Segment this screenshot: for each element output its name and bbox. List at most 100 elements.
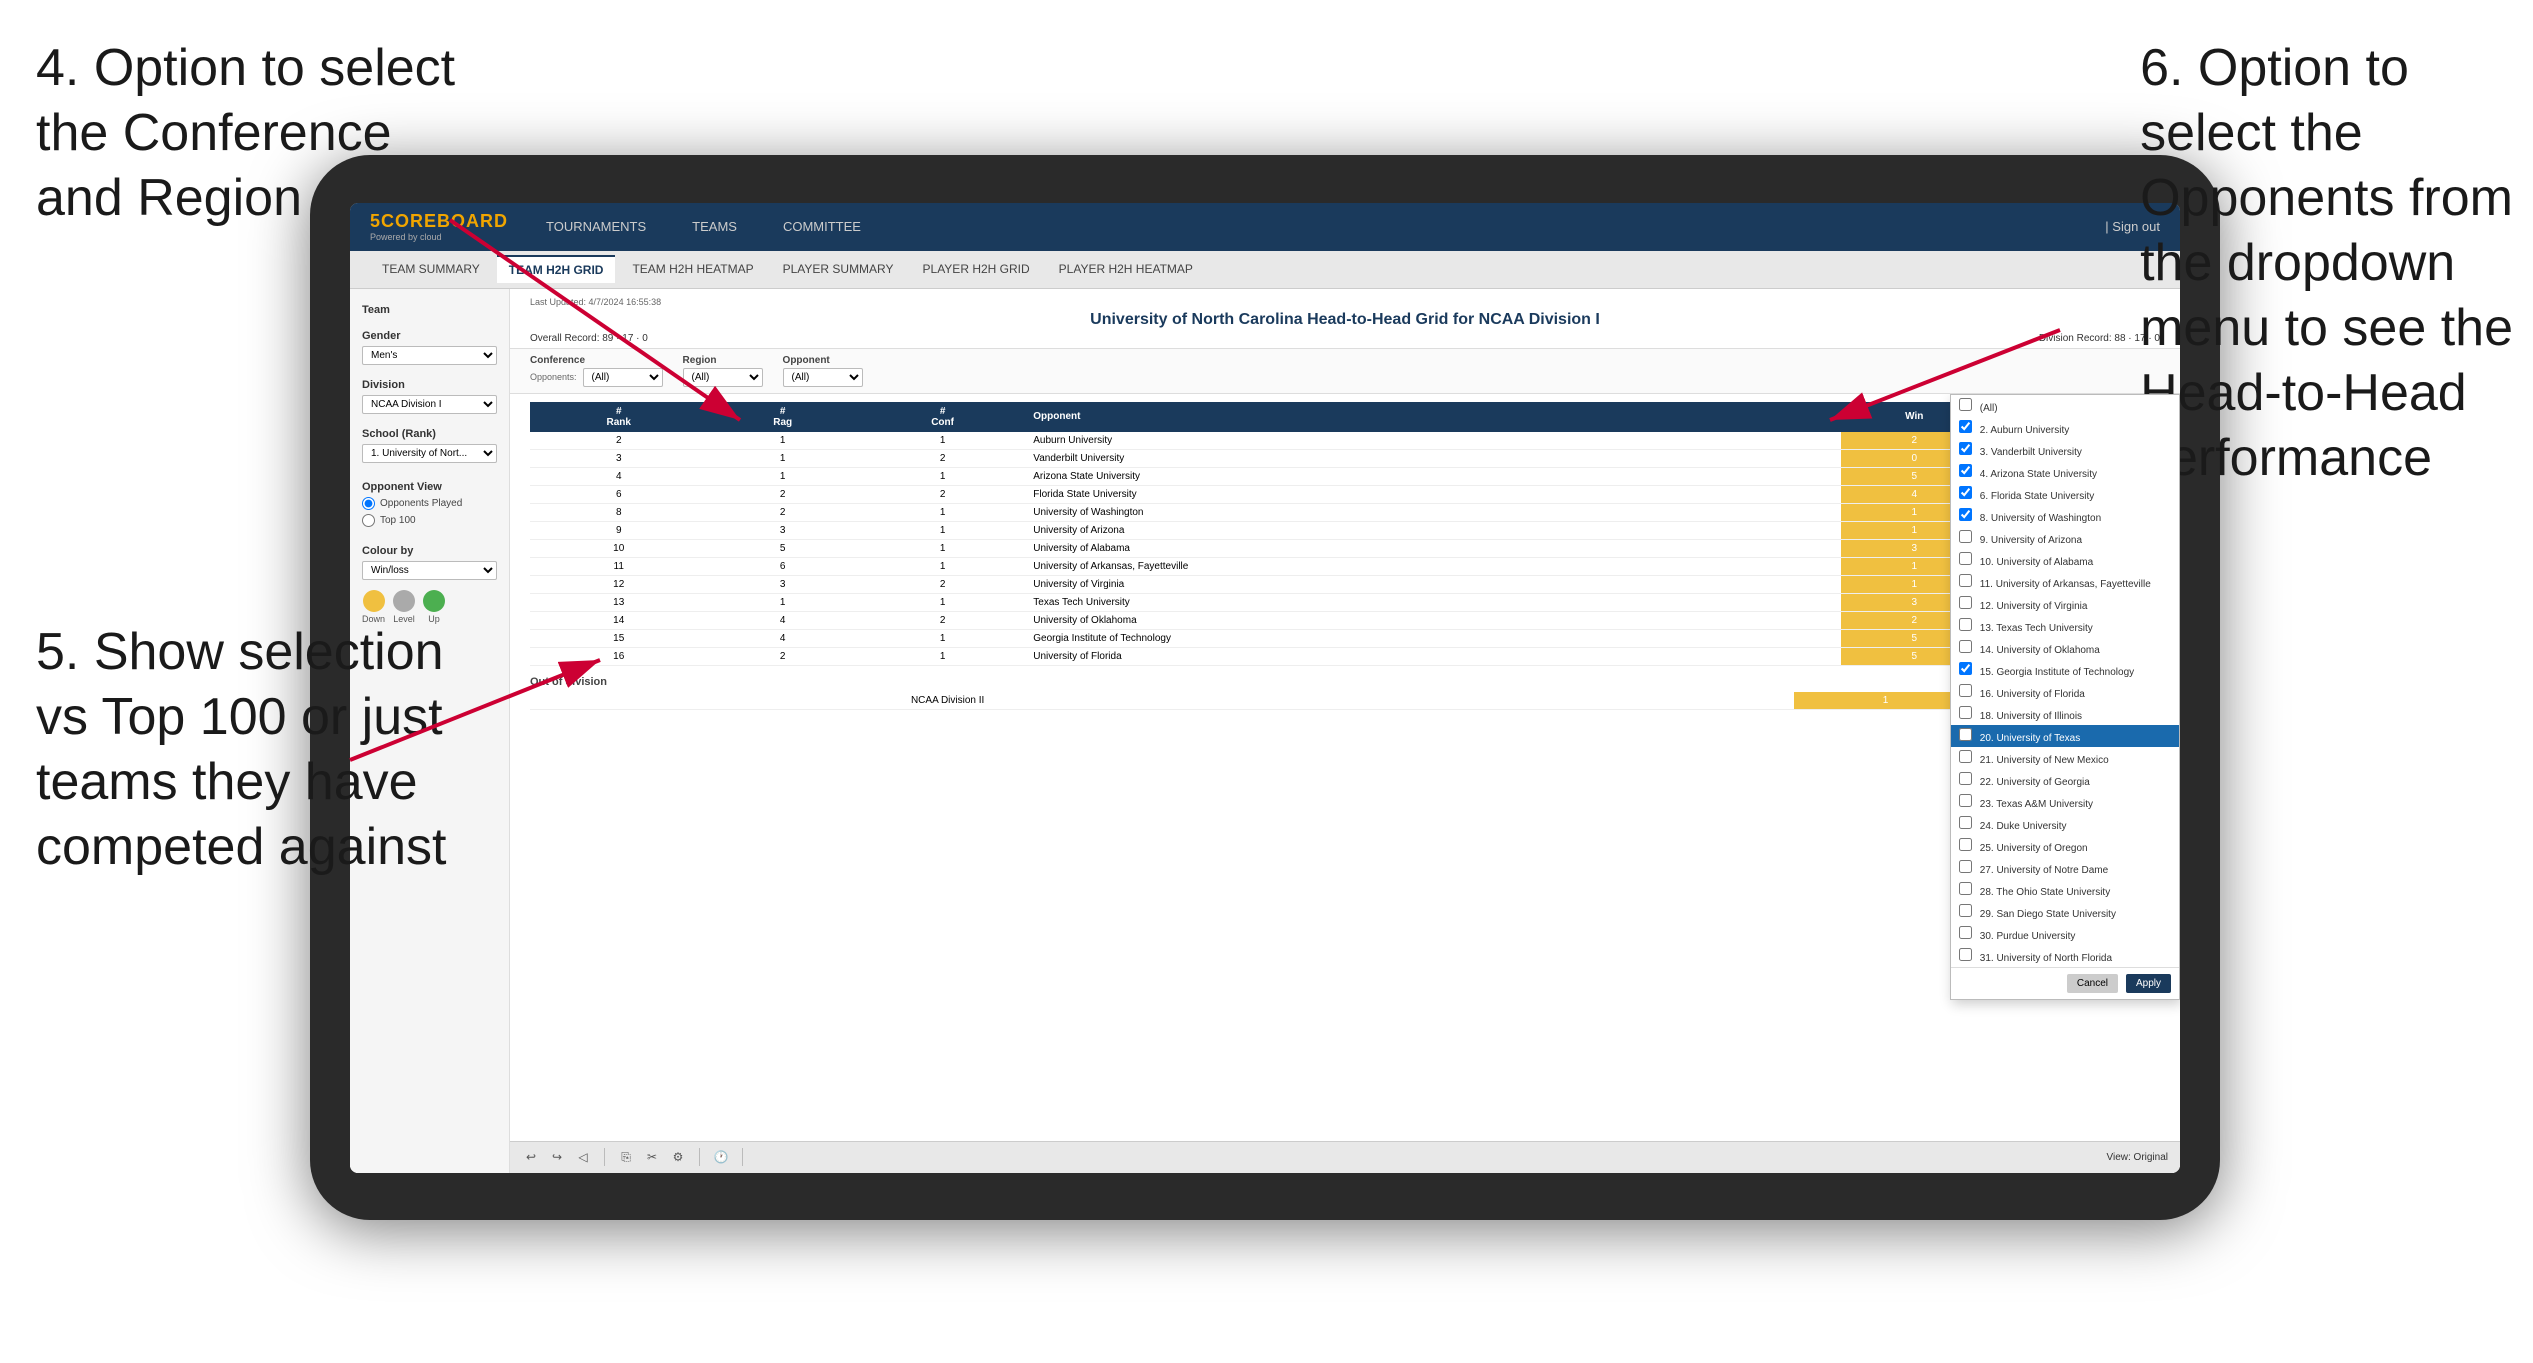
filter-opponents-label: Opponents: xyxy=(530,372,577,382)
dropdown-item[interactable]: 31. University of North Florida xyxy=(1951,945,2179,967)
toolbar-bottom: ↩ ↪ ◁ ⎘ ✂ ⚙ 🕐 View: Original xyxy=(510,1141,2180,1173)
sidebar-opponent-view-group: Opponents Played Top 100 xyxy=(362,497,497,527)
subnav-player-h2h-grid[interactable]: PLAYER H2H GRID xyxy=(911,256,1042,282)
dropdown-item[interactable]: 3. Vanderbilt University xyxy=(1951,439,2179,461)
toolbar-back-icon[interactable]: ◁ xyxy=(574,1148,592,1166)
dropdown-item[interactable]: 2. Auburn University xyxy=(1951,417,2179,439)
toolbar-copy-icon[interactable]: ⎘ xyxy=(617,1148,635,1166)
toolbar-settings-icon[interactable]: ⚙ xyxy=(669,1148,687,1166)
dropdown-list: (All) 2. Auburn University 3. Vanderbilt… xyxy=(1951,395,2179,967)
toolbar-divider-2 xyxy=(699,1148,700,1166)
subnav-player-h2h-heatmap[interactable]: PLAYER H2H HEATMAP xyxy=(1047,256,1205,282)
dropdown-item[interactable]: 15. Georgia Institute of Technology xyxy=(1951,659,2179,681)
dropdown-item[interactable]: 24. Duke University xyxy=(1951,813,2179,835)
dropdown-item[interactable]: 22. University of Georgia xyxy=(1951,769,2179,791)
sidebar-radio-opponents-played[interactable]: Opponents Played xyxy=(362,497,497,510)
sidebar-radio-top100[interactable]: Top 100 xyxy=(362,514,497,527)
subnav-player-summary[interactable]: PLAYER SUMMARY xyxy=(771,256,906,282)
dropdown-item[interactable]: 16. University of Florida xyxy=(1951,681,2179,703)
tablet-screen: 5COREBOARD Powered by cloud TOURNAMENTS … xyxy=(350,203,2180,1173)
sidebar-division-select[interactable]: NCAA Division I xyxy=(362,395,497,414)
sidebar-team-label: Team xyxy=(362,304,497,316)
filter-opponent-select[interactable]: (All) xyxy=(783,368,863,387)
table-row: 12 3 2 University of Virginia 1 0 xyxy=(530,575,2160,593)
table-row: 15 4 1 Georgia Institute of Technology 5… xyxy=(530,629,2160,647)
sidebar-legend-down-dot xyxy=(363,590,385,612)
toolbar-undo-icon[interactable]: ↩ xyxy=(522,1148,540,1166)
dropdown-item[interactable]: 28. The Ohio State University xyxy=(1951,879,2179,901)
nav-teams[interactable]: TEAMS xyxy=(684,219,745,234)
sidebar-school-select[interactable]: 1. University of Nort... xyxy=(362,444,497,463)
report-title-area: Last Updated: 4/7/2024 16:55:38 Universi… xyxy=(510,289,2180,349)
table-row: 14 4 2 University of Oklahoma 2 2 xyxy=(530,611,2160,629)
sidebar-legend-up: Up xyxy=(423,590,445,624)
sub-nav: TEAM SUMMARY TEAM H2H GRID TEAM H2H HEAT… xyxy=(350,251,2180,289)
annotation-top-right: 6. Option toselect theOpponents fromthe … xyxy=(2140,36,2513,491)
annotation-bottom-left: 5. Show selectionvs Top 100 or justteams… xyxy=(36,620,447,880)
dropdown-footer: Cancel Apply xyxy=(1951,967,2179,999)
dropdown-item[interactable]: 10. University of Alabama xyxy=(1951,549,2179,571)
dropdown-item[interactable]: 18. University of Illinois xyxy=(1951,703,2179,725)
dropdown-apply-button[interactable]: Apply xyxy=(2126,974,2171,993)
table-row: 3 1 2 Vanderbilt University 0 4 xyxy=(530,449,2160,467)
dropdown-item[interactable]: 21. University of New Mexico xyxy=(1951,747,2179,769)
sidebar-color-legend: Down Level Up xyxy=(362,590,497,624)
dropdown-item[interactable]: 4. Arizona State University xyxy=(1951,461,2179,483)
filter-opponent-group: Opponent (All) xyxy=(783,355,863,387)
table-row: 4 1 1 Arizona State University 5 1 xyxy=(530,467,2160,485)
dropdown-item[interactable]: 27. University of Notre Dame xyxy=(1951,857,2179,879)
sidebar-colour-by-select[interactable]: Win/loss xyxy=(362,561,497,580)
dropdown-item[interactable]: 8. University of Washington xyxy=(1951,505,2179,527)
dropdown-item[interactable]: 30. Purdue University xyxy=(1951,923,2179,945)
dropdown-item[interactable]: (All) xyxy=(1951,395,2179,417)
toolbar-clock-icon[interactable]: 🕐 xyxy=(712,1148,730,1166)
dropdown-item[interactable]: 25. University of Oregon xyxy=(1951,835,2179,857)
sidebar-opponent-view-label: Opponent View xyxy=(362,481,497,493)
dropdown-item[interactable]: 9. University of Arizona xyxy=(1951,527,2179,549)
toolbar-divider-1 xyxy=(604,1148,605,1166)
annotation-top-left: 4. Option to selectthe Conferenceand Reg… xyxy=(36,36,455,231)
th-opponent: Opponent xyxy=(1027,402,1840,432)
dropdown-item[interactable]: 29. San Diego State University xyxy=(1951,901,2179,923)
table-row: 9 3 1 University of Arizona 1 0 xyxy=(530,521,2160,539)
dropdown-cancel-button[interactable]: Cancel xyxy=(2067,974,2118,993)
dropdown-item[interactable]: 6. Florida State University xyxy=(1951,483,2179,505)
sidebar-division-label: Division xyxy=(362,379,497,391)
subnav-team-h2h-grid[interactable]: TEAM H2H GRID xyxy=(497,255,616,283)
right-panel: Last Updated: 4/7/2024 16:55:38 Universi… xyxy=(510,289,2180,1173)
table-row: 13 1 1 Texas Tech University 3 0 xyxy=(530,593,2160,611)
filter-row: Conference Opponents: (All) Region (All) xyxy=(510,349,2180,394)
dropdown-item[interactable]: 23. Texas A&M University xyxy=(1951,791,2179,813)
sidebar-colour-by-label: Colour by xyxy=(362,545,497,557)
filter-conference-label: Conference xyxy=(530,355,663,366)
th-conf: #Conf xyxy=(858,402,1027,432)
subnav-team-h2h-heatmap[interactable]: TEAM H2H HEATMAP xyxy=(620,256,765,282)
dropdown-panel: (All) 2. Auburn University 3. Vanderbilt… xyxy=(1950,394,2180,1000)
table-row: 10 5 1 University of Alabama 3 0 xyxy=(530,539,2160,557)
filter-conference-group: Conference Opponents: (All) xyxy=(530,355,663,387)
filter-region-select[interactable]: (All) xyxy=(683,368,763,387)
sidebar-gender-select[interactable]: Men's xyxy=(362,346,497,365)
dropdown-item[interactable]: 20. University of Texas xyxy=(1951,725,2179,747)
dropdown-item[interactable]: 12. University of Virginia xyxy=(1951,593,2179,615)
toolbar-divider-3 xyxy=(742,1148,743,1166)
out-of-division-table: NCAA Division II 1 0 xyxy=(530,692,2160,710)
table-row: 11 6 1 University of Arkansas, Fayettevi… xyxy=(530,557,2160,575)
sidebar-legend-up-dot xyxy=(423,590,445,612)
dropdown-item[interactable]: 13. Texas Tech University xyxy=(1951,615,2179,637)
filter-conference-select[interactable]: (All) xyxy=(583,368,663,387)
out-of-division-name: NCAA Division II xyxy=(905,692,1794,710)
dropdown-item[interactable]: 11. University of Arkansas, Fayetteville xyxy=(1951,571,2179,593)
out-of-division-label: Out of division xyxy=(530,676,2160,688)
dropdown-item[interactable]: 14. University of Oklahoma xyxy=(1951,637,2179,659)
nav-bar: 5COREBOARD Powered by cloud TOURNAMENTS … xyxy=(350,203,2180,251)
nav-tournaments[interactable]: TOURNAMENTS xyxy=(538,219,654,234)
overall-record: Overall Record: 89 · 17 · 0 xyxy=(530,333,648,344)
filter-region-group: Region (All) xyxy=(683,355,763,387)
subnav-team-summary[interactable]: TEAM SUMMARY xyxy=(370,256,492,282)
table-header-row: #Rank #Rag #Conf Opponent Win Loss xyxy=(530,402,2160,432)
toolbar-cut-icon[interactable]: ✂ xyxy=(643,1148,661,1166)
out-of-division-row: NCAA Division II 1 0 xyxy=(530,692,2160,710)
nav-committee[interactable]: COMMITTEE xyxy=(775,219,869,234)
toolbar-redo-icon[interactable]: ↪ xyxy=(548,1148,566,1166)
